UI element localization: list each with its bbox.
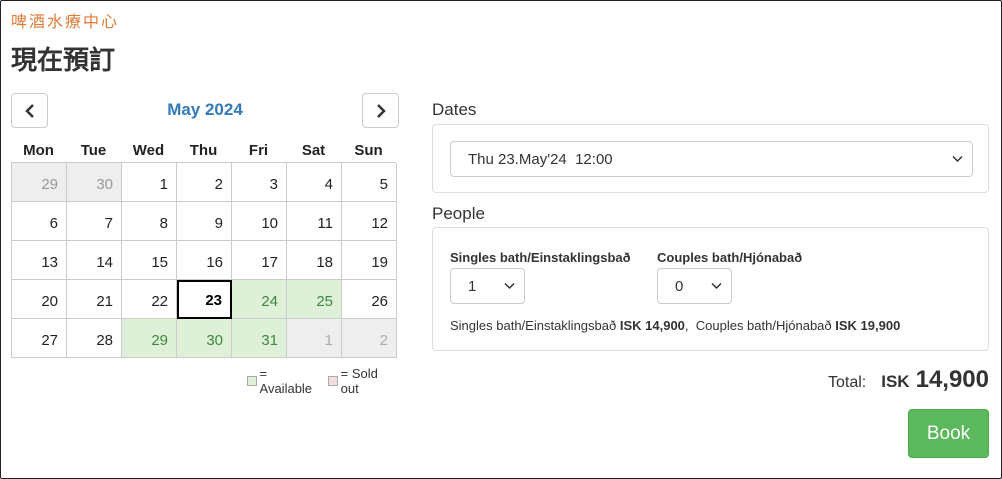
calendar-day-normal: 17 [232, 241, 287, 280]
calendar-day-normal: 15 [122, 241, 177, 280]
calendar-day-normal: 3 [232, 163, 287, 202]
sold-out-swatch [328, 376, 338, 386]
calendar-legend: = Available = Sold out [247, 366, 396, 396]
singles-bath-value: 1 [468, 277, 477, 295]
day-grid: 29 30 1 2 3 4 5 6 7 8 9 10 11 12 13 14 15 16 17 18 19 20 21 22 2… [11, 162, 397, 358]
brand-logo[interactable]: 啤酒水療中心 [11, 8, 119, 32]
calendar-day-normal: 16 [177, 241, 232, 280]
calendar-day-available[interactable]: 24 [232, 280, 287, 319]
available-swatch [247, 376, 257, 386]
date-time-value: Thu 23.May'24 12:00 [468, 150, 613, 168]
calendar-day-normal: 11 [287, 202, 342, 241]
weekday-label: Fri [248, 142, 269, 159]
singles-price: ISK 14,900 [619, 318, 685, 333]
total-label: Total: [828, 374, 867, 391]
calendar-day-normal: 7 [67, 202, 122, 241]
calendar-day-normal: 8 [122, 202, 177, 241]
calendar-day-available[interactable]: 30 [177, 319, 232, 358]
total-summary: Total: ISK 14,900 [828, 366, 989, 394]
people-label: People [432, 204, 485, 223]
calendar-day-soldout: 1 [287, 319, 342, 358]
weekday-header: Mon Tue Wed Thu Fri Sat Sun [11, 142, 396, 159]
calendar-day-normal: 6 [12, 202, 67, 241]
dates-panel: Thu 23.May'24 12:00 [432, 124, 989, 193]
month-label: May 2024 [167, 100, 243, 119]
dates-label: Dates [432, 100, 477, 119]
couples-bath-select[interactable]: 0 [657, 268, 732, 304]
legend-sold-out: = Sold out [340, 366, 378, 396]
calendar: May 2024 Mon Tue Wed Thu Fri Sat Sun 29 3… [11, 93, 399, 396]
people-panel: Singles bath/Einstaklingsbað 1 Couples b… [432, 227, 989, 351]
calendar-day-normal: 19 [342, 241, 397, 280]
date-time-select[interactable]: Thu 23.May'24 12:00 [450, 141, 973, 177]
couples-bath-value: 0 [675, 277, 684, 295]
total-amount: 14,900 [915, 366, 989, 393]
calendar-day-normal: 14 [67, 241, 122, 280]
calendar-day-soldout: 2 [342, 319, 397, 358]
calendar-day-normal: 26 [342, 280, 397, 319]
calendar-day-outside: 30 [67, 163, 122, 202]
legend-available: = Available [259, 366, 313, 396]
weekday-label: Thu [189, 142, 218, 159]
calendar-day-outside: 29 [12, 163, 67, 202]
weekday-label: Mon [23, 142, 54, 159]
prev-month-button[interactable] [11, 93, 48, 128]
chevron-down-icon [504, 282, 515, 290]
calendar-day-normal: 1 [122, 163, 177, 202]
calendar-day-normal: 9 [177, 202, 232, 241]
calendar-day-normal: 20 [12, 280, 67, 319]
singles-bath-label: Singles bath/Einstaklingsbað [450, 250, 631, 265]
chevron-down-icon [952, 155, 963, 163]
calendar-day-available[interactable]: 29 [122, 319, 177, 358]
chevron-down-icon [711, 282, 722, 290]
calendar-day-normal: 28 [67, 319, 122, 358]
calendar-day-normal: 2 [177, 163, 232, 202]
weekday-label: Tue [80, 142, 107, 159]
calendar-day-normal: 22 [122, 280, 177, 319]
chevron-right-icon [376, 103, 386, 118]
total-currency: ISK [881, 372, 910, 391]
calendar-day-normal: 18 [287, 241, 342, 280]
weekday-label: Sat [301, 142, 326, 159]
couples-price: ISK 19,900 [835, 318, 901, 333]
calendar-day-normal: 13 [12, 241, 67, 280]
weekday-label: Sun [354, 142, 383, 159]
weekday-label: Wed [132, 142, 165, 159]
chevron-left-icon [24, 103, 34, 118]
calendar-day-available[interactable]: 31 [232, 319, 287, 358]
singles-bath-select[interactable]: 1 [450, 268, 525, 304]
couples-price-label: Couples bath/Hjónabað [695, 318, 832, 333]
calendar-day-available[interactable]: 25 [287, 280, 342, 319]
calendar-day-normal: 4 [287, 163, 342, 202]
calendar-day-normal: 10 [232, 202, 287, 241]
price-summary: Singles bath/Einstaklingsbað ISK 14,900,… [450, 318, 901, 333]
singles-price-label: Singles bath/Einstaklingsbað [450, 318, 617, 333]
book-button[interactable]: Book [908, 409, 989, 458]
next-month-button[interactable] [362, 93, 399, 128]
calendar-day-normal: 12 [342, 202, 397, 241]
calendar-day-selected[interactable]: 23 [177, 280, 232, 319]
couples-bath-label: Couples bath/Hjónabað [657, 250, 803, 265]
calendar-day-normal: 21 [67, 280, 122, 319]
calendar-day-normal: 27 [12, 319, 67, 358]
page-title: 現在預訂 [11, 46, 116, 76]
calendar-day-normal: 5 [342, 163, 397, 202]
